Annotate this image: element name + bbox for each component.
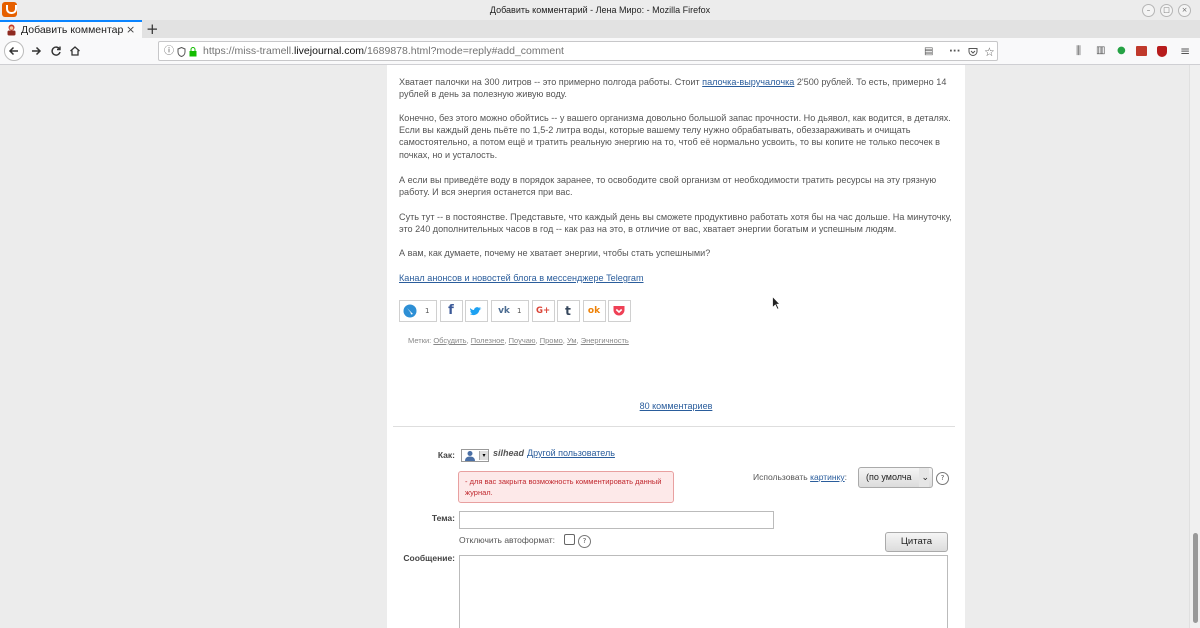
arrow-right-icon bbox=[32, 46, 42, 56]
section-divider bbox=[393, 426, 955, 427]
userpic-help-icon[interactable]: ? bbox=[936, 472, 949, 485]
page-scrollbar[interactable] bbox=[1189, 65, 1200, 628]
vk-icon: vk bbox=[498, 306, 510, 316]
picture-link[interactable]: картинку bbox=[810, 472, 845, 482]
twitter-icon bbox=[470, 307, 482, 316]
tag-link[interactable]: Энергичность bbox=[581, 336, 629, 345]
info-icon[interactable]: ⓘ bbox=[164, 43, 174, 61]
tag-link[interactable]: Полезное bbox=[471, 336, 505, 345]
bookmark-star-icon[interactable]: ☆ bbox=[984, 43, 995, 61]
other-user-link[interactable]: Другой пользователь bbox=[527, 448, 615, 458]
scrollbar-thumb[interactable] bbox=[1193, 533, 1198, 623]
tracking-shield-icon[interactable] bbox=[177, 43, 186, 64]
window-title: Добавить комментарий - Лена Миро: - Mozi… bbox=[489, 5, 711, 15]
share-facebook-button[interactable]: f bbox=[440, 300, 463, 322]
new-tab-button[interactable]: + bbox=[146, 20, 159, 38]
share-pocket-button[interactable] bbox=[608, 300, 631, 322]
livejournal-share-count: 1 bbox=[425, 307, 430, 315]
home-icon bbox=[70, 46, 80, 56]
tab-bar: Добавить комментари × + bbox=[0, 20, 1200, 38]
tag-link[interactable]: Промо bbox=[540, 336, 563, 345]
subject-input[interactable] bbox=[459, 511, 774, 529]
close-window-button[interactable]: × bbox=[1178, 4, 1191, 17]
library-icon[interactable]: ⫼ bbox=[1076, 42, 1081, 60]
back-button[interactable] bbox=[4, 41, 24, 61]
livejournal-icon bbox=[403, 304, 417, 318]
share-tumblr-button[interactable]: t bbox=[557, 300, 580, 322]
tumblr-icon: t bbox=[565, 304, 571, 318]
home-button[interactable] bbox=[66, 42, 84, 60]
url-text[interactable]: https://miss-tramell.livejournal.com/168… bbox=[203, 42, 564, 60]
google-plus-icon: G+ bbox=[536, 306, 551, 316]
message-textarea[interactable] bbox=[459, 555, 948, 628]
autoformat-help-icon[interactable]: ? bbox=[578, 535, 591, 548]
article-paragraph-1: Хватает палочки на 300 литров -- это при… bbox=[399, 77, 947, 100]
share-twitter-button[interactable] bbox=[465, 300, 488, 322]
lock-icon[interactable] bbox=[189, 43, 197, 64]
article-paragraph-5: А вам, как думаете, почему не хватает эн… bbox=[399, 248, 711, 258]
livejournal-user-favicon-icon bbox=[7, 24, 16, 36]
pocket-icon bbox=[613, 306, 625, 316]
user-selector[interactable]: ▾ bbox=[461, 449, 489, 462]
whatsapp-extension-icon[interactable]: ● bbox=[1117, 42, 1126, 60]
share-vk-button[interactable]: vk 1 bbox=[491, 300, 529, 322]
forward-button[interactable] bbox=[27, 42, 45, 60]
odnoklassniki-icon: ok bbox=[587, 306, 601, 316]
url-bar[interactable]: ⓘ https://miss-tramell.livejournal.com/1… bbox=[158, 41, 998, 61]
tags-label: Метки: bbox=[408, 336, 432, 345]
vk-share-count: 1 bbox=[517, 307, 522, 315]
window-titlebar: Добавить комментарий - Лена Миро: - Mozi… bbox=[0, 0, 1200, 21]
navigation-toolbar: ⓘ https://miss-tramell.livejournal.com/1… bbox=[0, 38, 1200, 65]
autoformat-label: Отключить автоформат: bbox=[459, 535, 555, 545]
article-paragraph-3: А если вы приведёте воду в порядок заран… bbox=[399, 175, 937, 198]
page-actions-icon[interactable]: ··· bbox=[949, 43, 960, 61]
pocket-icon[interactable] bbox=[968, 43, 978, 64]
maximize-button[interactable]: □ bbox=[1160, 4, 1173, 17]
ublock-shield-icon[interactable] bbox=[1157, 46, 1167, 57]
extension-badge-icon[interactable] bbox=[1136, 46, 1147, 56]
autoformat-checkbox[interactable] bbox=[564, 534, 575, 545]
reload-icon bbox=[51, 46, 61, 56]
sidebar-icon[interactable]: ▥ bbox=[1096, 42, 1105, 60]
userpic-select[interactable]: (по умолча ⌄ bbox=[858, 467, 933, 488]
tab-label: Добавить комментари bbox=[21, 24, 123, 36]
reload-button[interactable] bbox=[47, 42, 65, 60]
share-livejournal-button[interactable]: 1 bbox=[399, 300, 437, 322]
current-username: silhead bbox=[493, 448, 525, 458]
facebook-icon: f bbox=[448, 303, 454, 318]
stick-product-link[interactable]: палочка-выручалочка bbox=[702, 77, 794, 87]
user-avatar-icon bbox=[465, 451, 475, 461]
use-picture-label: Использовать картинку: bbox=[753, 472, 848, 482]
comment-error-message: - для вас закрыта возможность комментиро… bbox=[458, 471, 674, 503]
as-label: Как: bbox=[437, 450, 455, 460]
comments-count-container: 80 комментариев bbox=[387, 401, 965, 411]
article-paragraph-4: Суть тут -- в постоянстве. Представьте, … bbox=[399, 212, 952, 235]
chevron-down-icon: ⌄ bbox=[919, 468, 929, 487]
menu-hamburger-icon[interactable]: ≡ bbox=[1180, 42, 1190, 60]
userpic-select-value: (по умолча bbox=[866, 472, 912, 482]
message-label: Сообщение: bbox=[403, 553, 455, 563]
dropdown-arrow-icon: ▾ bbox=[479, 451, 488, 460]
minimize-button[interactable]: – bbox=[1142, 4, 1155, 17]
tab-add-comment[interactable]: Добавить комментари × bbox=[0, 20, 142, 38]
post-tags: Метки: Обсудить, Полезное, Поучаю, Промо… bbox=[408, 336, 629, 345]
share-odnoklassniki-button[interactable]: ok bbox=[583, 300, 606, 322]
tag-link[interactable]: Ум bbox=[567, 336, 577, 345]
tag-link[interactable]: Поучаю bbox=[509, 336, 536, 345]
article-paragraph-2: Конечно, без этого можно обойтись -- у в… bbox=[399, 113, 951, 160]
tag-link[interactable]: Обсудить bbox=[433, 336, 466, 345]
page-viewport: Хватает палочки на 300 литров -- это при… bbox=[0, 65, 1200, 628]
quote-button[interactable]: Цитата bbox=[885, 532, 948, 552]
arrow-left-icon bbox=[8, 46, 18, 56]
journal-page: Хватает палочки на 300 литров -- это при… bbox=[387, 65, 965, 628]
comments-count-link[interactable]: 80 комментариев bbox=[640, 401, 713, 411]
share-googleplus-button[interactable]: G+ bbox=[532, 300, 555, 322]
telegram-paragraph: Канал анонсов и новостей блога в мессенд… bbox=[399, 272, 955, 284]
tab-close-icon[interactable]: × bbox=[126, 22, 135, 38]
telegram-channel-link[interactable]: Канал анонсов и новостей блога в мессенд… bbox=[399, 273, 644, 283]
subject-label: Тема: bbox=[431, 513, 455, 523]
mouse-cursor-icon bbox=[772, 296, 781, 310]
reader-view-icon[interactable]: ▤ bbox=[924, 43, 933, 61]
